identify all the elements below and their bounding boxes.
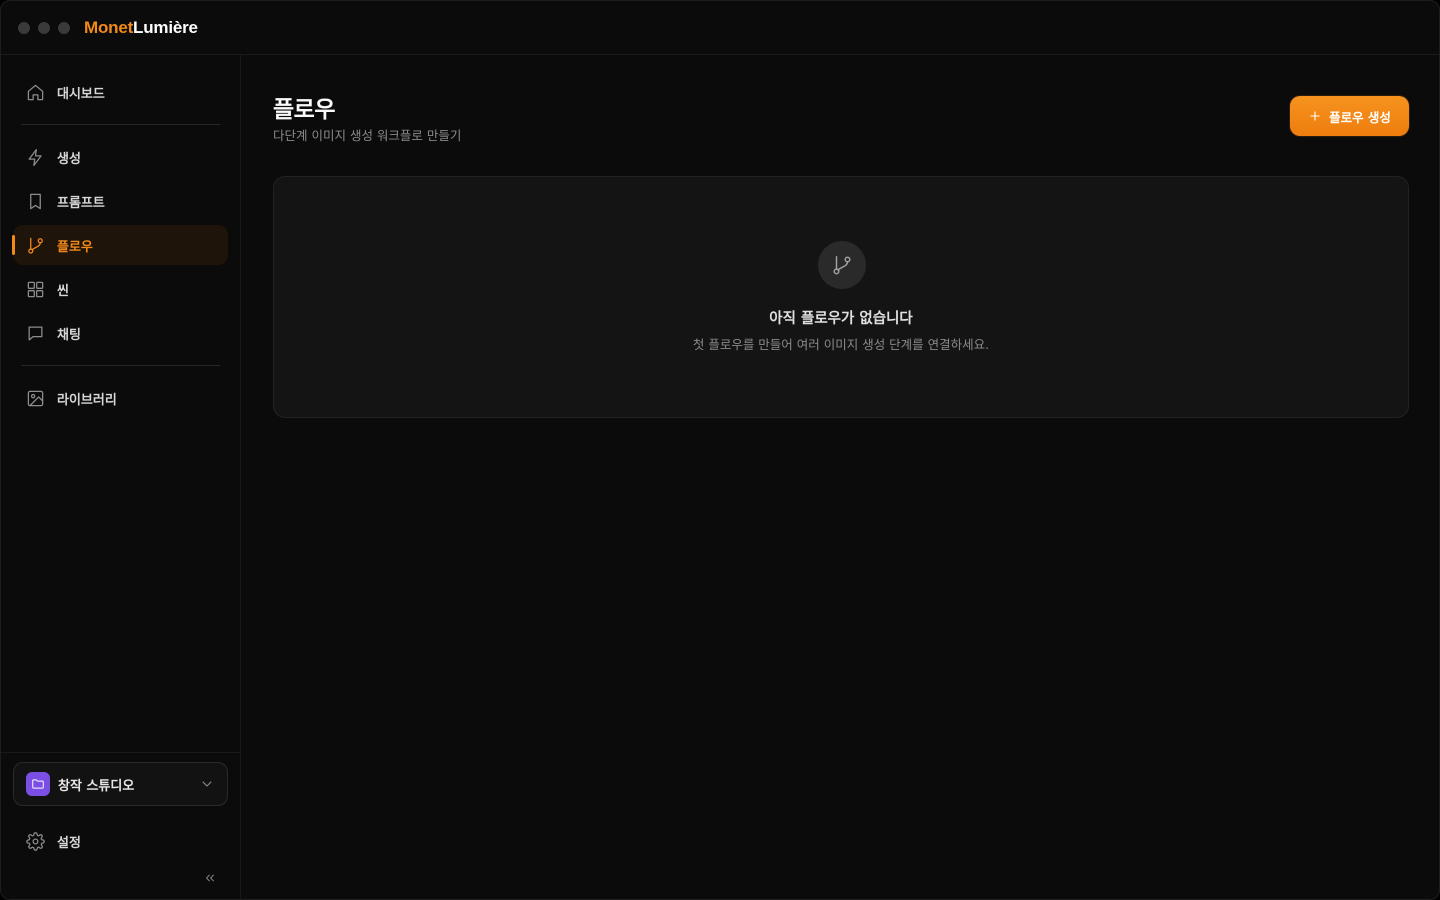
sidebar-footer: 창작 스튜디오 설정 xyxy=(1,752,240,899)
sidebar-item-label: 대시보드 xyxy=(57,86,105,102)
window-controls xyxy=(18,21,70,34)
sidebar-item-label: 씬 xyxy=(57,283,69,299)
sidebar-item-prompts[interactable]: 프롬프트 xyxy=(13,181,228,221)
sidebar-divider xyxy=(21,124,220,125)
sidebar-item-scenes[interactable]: 씬 xyxy=(13,269,228,309)
sidebar-item-label: 생성 xyxy=(57,151,81,167)
plus-icon xyxy=(1310,111,1320,121)
sidebar-item-label: 플로우 xyxy=(57,239,93,255)
brand-logo: MonetLumière xyxy=(84,18,198,38)
empty-state-card: 아직 플로우가 없습니다 첫 플로우를 만들어 여러 이미지 생성 단계를 연결… xyxy=(273,176,1409,418)
minimize-window-button[interactable] xyxy=(38,21,50,34)
create-flow-button-label: 플로우 생성 xyxy=(1329,109,1391,125)
brand-name-part1: Monet xyxy=(84,17,134,37)
title-bar: MonetLumière xyxy=(1,1,1439,55)
git-branch-icon xyxy=(25,235,45,255)
sidebar-item-generate[interactable]: 생성 xyxy=(13,137,228,177)
home-icon xyxy=(25,82,45,102)
app-window: MonetLumière 대시보드 생성 프롬프트 플로우 씬 채팅 라이브러리… xyxy=(0,0,1440,900)
folder-icon xyxy=(26,772,50,796)
bookmark-icon xyxy=(25,191,45,211)
lightning-icon xyxy=(25,147,45,167)
page-subtitle: 다단계 이미지 생성 워크플로 만들기 xyxy=(273,128,462,143)
sidebar-item-label: 설정 xyxy=(57,835,81,851)
create-flow-button[interactable]: 플로우 생성 xyxy=(1290,96,1409,136)
page-title: 플로우 xyxy=(273,97,335,123)
sidebar-item-settings[interactable]: 설정 xyxy=(13,821,228,861)
workspace-selector[interactable]: 창작 스튜디오 xyxy=(13,762,228,806)
gear-icon xyxy=(25,831,45,851)
chevrons-left-icon xyxy=(203,870,217,889)
close-window-button[interactable] xyxy=(18,21,30,34)
sidebar-item-flows[interactable]: 플로우 xyxy=(12,225,228,265)
empty-state-title: 아직 플로우가 없습니다 xyxy=(769,311,913,327)
sidebar-item-library[interactable]: 라이브러리 xyxy=(13,378,228,418)
sidebar-item-chat[interactable]: 채팅 xyxy=(13,313,228,353)
maximize-window-button[interactable] xyxy=(58,21,70,34)
sidebar-item-dashboard[interactable]: 대시보드 xyxy=(13,72,228,112)
chat-icon xyxy=(25,323,45,343)
git-branch-icon xyxy=(818,241,866,289)
sidebar: 대시보드 생성 프롬프트 플로우 씬 채팅 라이브러리 창작 스튜디오 설정 xyxy=(1,55,241,899)
image-icon xyxy=(25,388,45,408)
empty-state-description: 첫 플로우를 만들어 여러 이미지 생성 단계를 연결하세요. xyxy=(692,337,990,352)
sidebar-divider xyxy=(21,365,220,366)
main-content: 플로우 다단계 이미지 생성 워크플로 만들기 플로우 생성 아직 플로우가 없… xyxy=(241,55,1439,899)
sidebar-item-label: 채팅 xyxy=(57,327,81,343)
sidebar-item-label: 프롬프트 xyxy=(57,195,105,211)
collapse-sidebar-button[interactable] xyxy=(201,870,219,888)
active-indicator xyxy=(12,235,15,255)
chevron-down-icon xyxy=(199,776,215,792)
workspace-name: 창작 스튜디오 xyxy=(58,778,135,794)
sidebar-item-label: 라이브러리 xyxy=(57,392,117,408)
grid-icon xyxy=(25,279,45,299)
brand-name-part2: Lumière xyxy=(133,17,198,37)
